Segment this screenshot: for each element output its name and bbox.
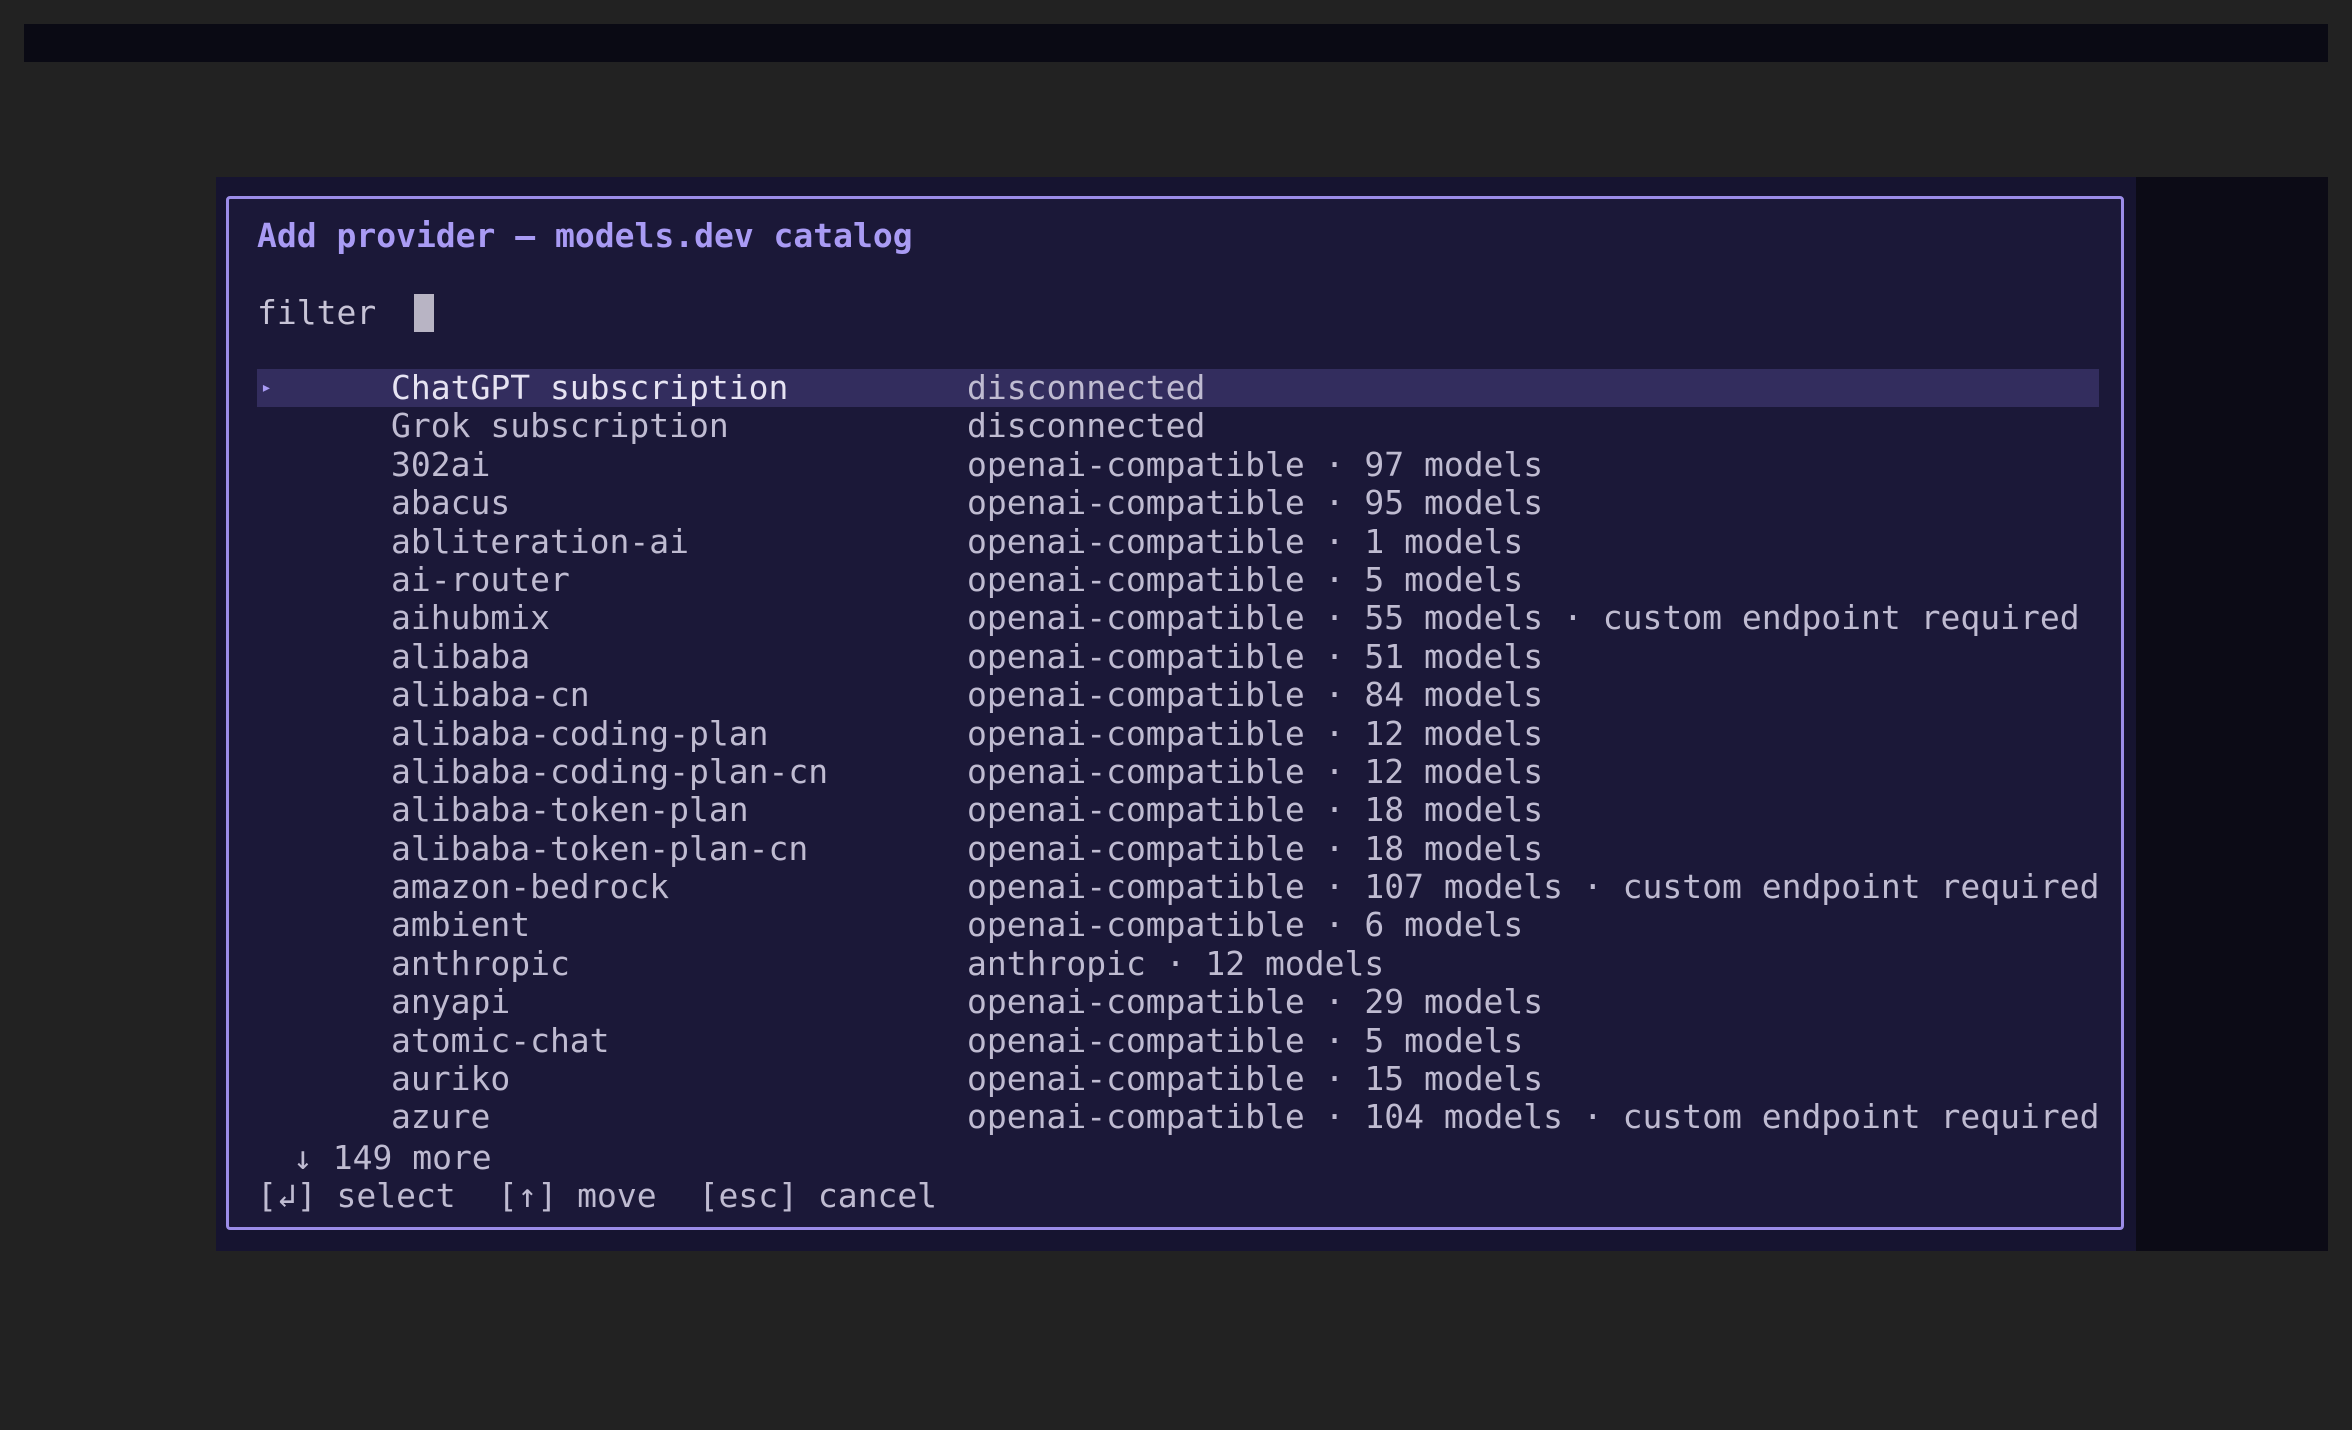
- provider-description: openai-compatible · 51 models: [967, 636, 1544, 676]
- provider-name: amazon-bedrock: [391, 867, 670, 907]
- provider-name: alibaba-cn: [391, 675, 590, 715]
- cancel-hint: [esc] cancel: [698, 1176, 938, 1215]
- provider-row[interactable]: alibaba-cn openai-compatible · 84 models: [257, 675, 2099, 715]
- provider-description: openai-compatible · 12 models: [967, 751, 1544, 791]
- dialog-title: Add provider — models.dev catalog: [257, 216, 913, 255]
- provider-description: disconnected: [967, 406, 1206, 446]
- provider-row[interactable]: anthropic anthropic · 12 models: [257, 943, 2099, 983]
- top-bar: [24, 24, 2328, 62]
- provider-row[interactable]: alibaba-token-plan-cn openai-compatible ·…: [257, 828, 2099, 868]
- provider-name: azure: [391, 1097, 491, 1137]
- provider-description: openai-compatible · 12 models: [967, 713, 1544, 753]
- keyboard-hints: [↲] select [↑] move [esc] cancel: [257, 1177, 979, 1215]
- provider-description: openai-compatible · 5 models: [967, 559, 1524, 599]
- more-indicator: ↓ 149 more: [293, 1138, 492, 1177]
- provider-row[interactable]: ▸ ChatGPT subscription disconnected: [257, 368, 2099, 408]
- provider-description: openai-compatible · 18 models: [967, 828, 1544, 868]
- provider-row[interactable]: aihubmix openai-compatible · 55 models · …: [257, 598, 2099, 638]
- modal-shadow: [2136, 177, 2328, 1251]
- provider-row[interactable]: alibaba-coding-plan openai-compatible · 1…: [257, 713, 2099, 753]
- provider-row[interactable]: 302ai openai-compatible · 97 models: [257, 444, 2099, 484]
- provider-name: alibaba-coding-plan-cn: [391, 751, 829, 791]
- provider-name: aihubmix: [391, 598, 550, 638]
- provider-row[interactable]: anyapi openai-compatible · 29 models: [257, 982, 2099, 1022]
- provider-description: openai-compatible · 107 models · custom …: [967, 867, 2100, 907]
- provider-name: alibaba-token-plan-cn: [391, 828, 809, 868]
- filter-row: filter: [257, 293, 435, 333]
- provider-row[interactable]: azure openai-compatible · 104 models · cu…: [257, 1097, 2100, 1137]
- provider-name: Grok subscription: [391, 406, 729, 446]
- provider-description: openai-compatible · 5 models: [967, 1020, 1524, 1060]
- provider-name: anyapi: [391, 982, 511, 1022]
- provider-name: auriko: [391, 1059, 511, 1099]
- provider-name: alibaba-token-plan: [391, 790, 749, 830]
- provider-description: openai-compatible · 6 models: [967, 905, 1524, 945]
- provider-name: ai-router: [391, 559, 570, 599]
- provider-row[interactable]: alibaba openai-compatible · 51 models: [257, 636, 2099, 676]
- provider-description: openai-compatible · 84 models: [967, 675, 1544, 715]
- filter-input[interactable]: [414, 294, 435, 332]
- provider-description: openai-compatible · 15 models: [967, 1059, 1544, 1099]
- provider-list: ▸ ChatGPT subscription disconnected Grok su…: [257, 368, 2100, 1137]
- provider-name: atomic-chat: [391, 1020, 610, 1060]
- provider-row[interactable]: ambient openai-compatible · 6 models: [257, 905, 2099, 945]
- provider-row[interactable]: alibaba-coding-plan-cn openai-compatible …: [257, 751, 2099, 791]
- move-hint: [↑] move: [497, 1176, 657, 1215]
- provider-description: anthropic · 12 models: [967, 943, 1385, 983]
- provider-name: alibaba: [391, 636, 531, 676]
- provider-name: anthropic: [391, 943, 570, 983]
- select-hint: [↲] select: [257, 1176, 456, 1215]
- provider-name: ChatGPT subscription: [391, 368, 789, 407]
- provider-row[interactable]: amazon-bedrock openai-compatible · 107 mo…: [257, 867, 2100, 907]
- provider-description: openai-compatible · 29 models: [967, 982, 1544, 1022]
- provider-description: disconnected: [967, 368, 1206, 407]
- provider-description: openai-compatible · 104 models · custom …: [967, 1097, 2100, 1137]
- provider-row[interactable]: abliteration-ai openai-compatible · 1 mod…: [257, 521, 2099, 561]
- add-provider-dialog: Add provider — models.dev catalog filter…: [226, 196, 2124, 1230]
- provider-row[interactable]: ai-router openai-compatible · 5 models: [257, 559, 2099, 599]
- provider-name: ambient: [391, 905, 531, 945]
- provider-row[interactable]: alibaba-token-plan openai-compatible · 18…: [257, 790, 2099, 830]
- filter-label: filter: [257, 293, 377, 332]
- provider-name: abliteration-ai: [391, 521, 690, 561]
- provider-row[interactable]: Grok subscription disconnected: [257, 406, 2099, 446]
- provider-name: alibaba-coding-plan: [391, 713, 769, 753]
- provider-description: openai-compatible · 1 models: [967, 521, 1524, 561]
- provider-name: abacus: [391, 483, 511, 523]
- provider-row[interactable]: atomic-chat openai-compatible · 5 models: [257, 1020, 2099, 1060]
- provider-description: openai-compatible · 95 models: [967, 483, 1544, 523]
- provider-description: openai-compatible · 97 models: [967, 444, 1544, 484]
- provider-description: openai-compatible · 55 models · custom e…: [967, 598, 2080, 638]
- provider-name: 302ai: [391, 444, 491, 484]
- provider-row[interactable]: auriko openai-compatible · 15 models: [257, 1059, 2099, 1099]
- provider-description: openai-compatible · 18 models: [967, 790, 1544, 830]
- selection-marker-icon: ▸: [261, 377, 272, 398]
- terminal-screen: Add provider — models.dev catalog filter…: [0, 0, 2352, 1430]
- provider-row[interactable]: abacus openai-compatible · 95 models: [257, 483, 2099, 523]
